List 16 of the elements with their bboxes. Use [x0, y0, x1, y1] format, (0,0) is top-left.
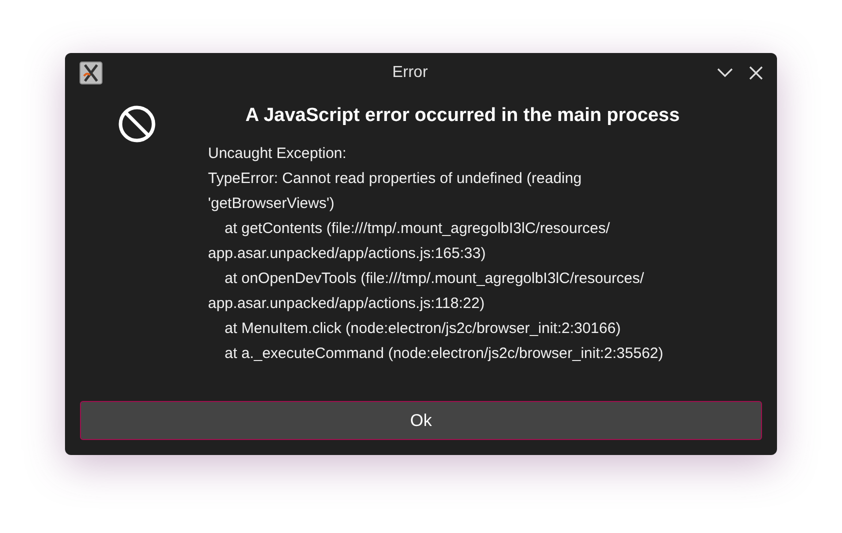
- error-heading: A JavaScript error occurred in the main process: [244, 104, 681, 128]
- error-message-line: 'getBrowserViews'): [208, 194, 334, 212]
- window-title: Error: [392, 64, 428, 81]
- error-message-line: Uncaught Exception:: [208, 144, 346, 162]
- error-message-line: app.asar.unpacked/app/actions.js:118:22): [208, 294, 485, 312]
- error-message-line: at getContents (file:///tmp/.mount_agregolbI3lC/resources/: [224, 220, 610, 236]
- minimize-icon[interactable]: [717, 68, 733, 78]
- close-icon[interactable]: [749, 66, 763, 80]
- error-message-line: at a._executeCommand (node:electron/js2c/browser_init:2:35562): [224, 344, 664, 362]
- error-message-line: at MenuItem.click (node:electron/js2c/browser_init:2:30166): [224, 320, 621, 336]
- ok-button[interactable]: Ok: [80, 401, 762, 440]
- forbidden-icon: [118, 105, 156, 143]
- app-icon: [79, 61, 103, 85]
- error-message-line: TypeError: Cannot read properties of undefined (reading: [208, 170, 582, 186]
- error-message-line: at onOpenDevTools (file:///tmp/.mount_agregolbI3lC/resources/: [224, 270, 644, 286]
- error-message-line: app.asar.unpacked/app/actions.js:165:33): [208, 244, 486, 262]
